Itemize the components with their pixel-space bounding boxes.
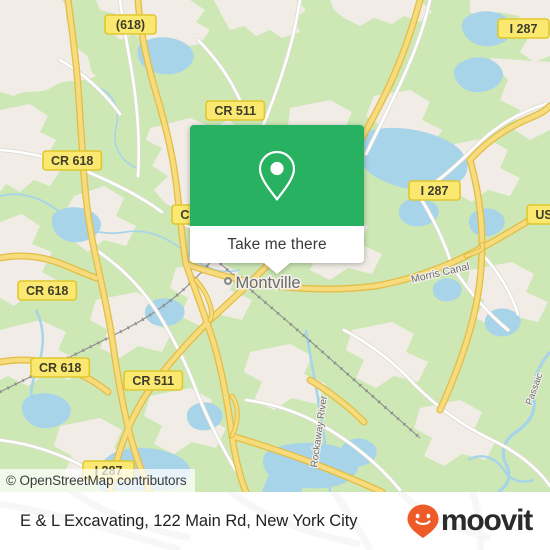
road-shield: US 202 [526, 204, 550, 225]
road-shield-label: CR 618 [26, 284, 68, 298]
location-caption: E & L Excavating, 122 Main Rd, New York … [20, 511, 358, 530]
map-attribution[interactable]: © OpenStreetMap contributors [0, 469, 195, 492]
moovit-map-screenshot: .gr { fill:#cde8b5; } .gr2 { fill:#c6e4a… [0, 0, 550, 550]
take-me-there-button[interactable]: Take me there [190, 226, 364, 263]
attribution-text: © OpenStreetMap contributors [6, 473, 187, 488]
road-shield: CR 618 [17, 280, 78, 301]
moovit-logo[interactable]: moovit [406, 503, 533, 539]
road-shield-label: I 287 [421, 184, 449, 198]
map-label-montville: Montville [235, 274, 300, 292]
road-shield: CR 511 [123, 370, 184, 391]
popup-pointer-tail [264, 263, 290, 274]
road-shield: (618) [104, 14, 157, 35]
road-shield: CR 618 [42, 150, 103, 171]
moovit-wordmark: moovit [440, 504, 533, 537]
road-shield-label: CR 618 [39, 361, 81, 375]
road-shield-label: (618) [116, 18, 145, 32]
footer-bar: E & L Excavating, 122 Main Rd, New York … [0, 492, 550, 550]
take-me-there-label: Take me there [227, 235, 327, 253]
road-shield: CR 511 [205, 100, 266, 121]
road-shield-label: US 202 [535, 208, 550, 222]
road-shield: I 287 [497, 18, 550, 39]
road-shield: I 287 [408, 180, 461, 201]
road-shield-label: CR 511 [214, 104, 256, 118]
road-shield-label: CR 511 [132, 374, 174, 388]
road-shield-label: I 287 [510, 22, 538, 36]
map-popup-card[interactable]: Take me there [190, 125, 364, 274]
road-shield-label: CR 618 [51, 154, 93, 168]
road-shield: CR 618 [30, 357, 91, 378]
popup-icon-area [190, 125, 364, 226]
moovit-smiley-pin-icon [407, 504, 439, 538]
location-pin-icon [258, 150, 296, 201]
